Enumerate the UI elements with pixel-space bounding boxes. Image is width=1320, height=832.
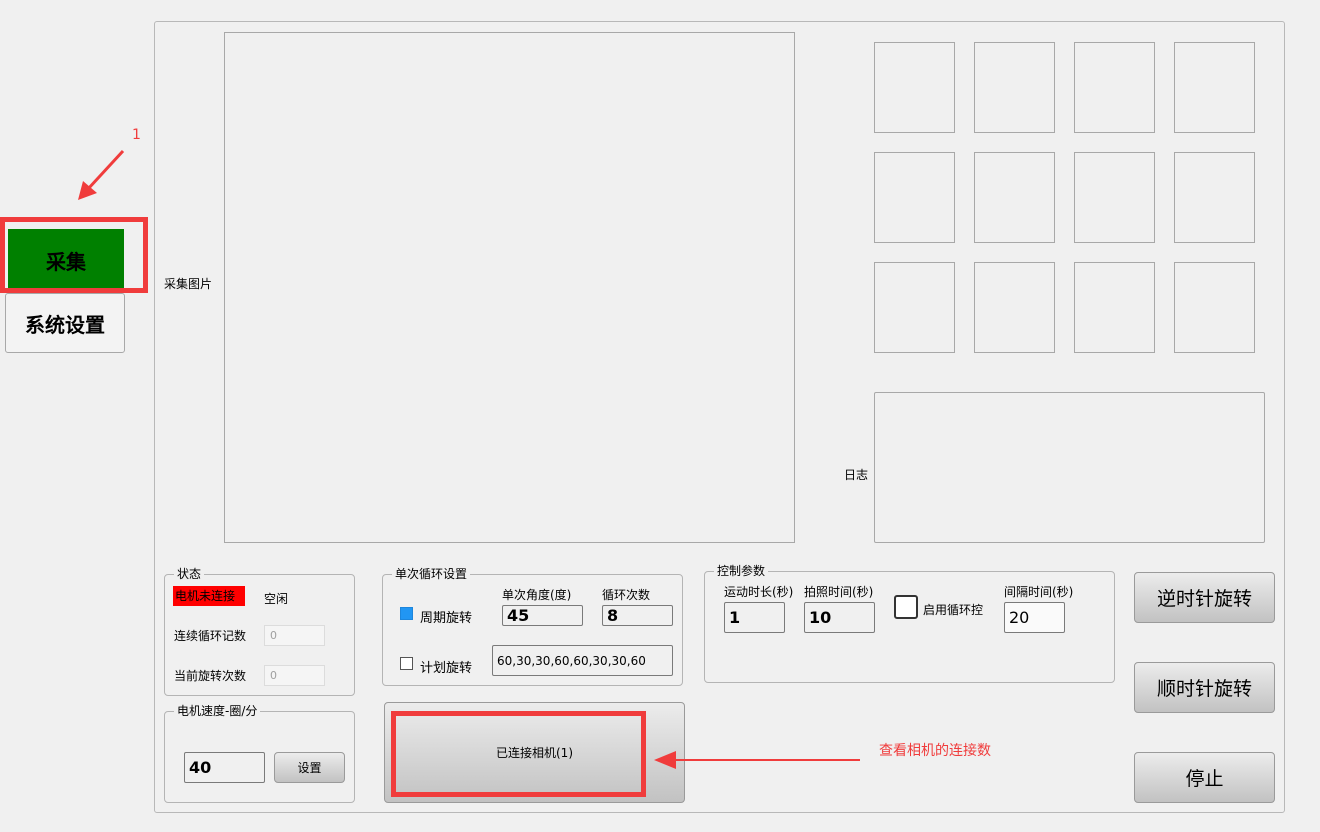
single-angle-input[interactable]: 45: [502, 605, 583, 626]
loop-count-field: 0: [264, 625, 325, 646]
rotate-cw-button[interactable]: 顺时针旋转: [1134, 662, 1275, 713]
thumbnail-slot[interactable]: [1074, 152, 1155, 243]
periodic-rotation-checkbox[interactable]: [400, 607, 413, 620]
loop-count-label: 连续循环记数: [174, 629, 247, 643]
loop-control-checkbox[interactable]: [894, 595, 918, 619]
thumbnail-slot[interactable]: [1074, 42, 1155, 133]
motor-speed-set-button[interactable]: 设置: [274, 752, 345, 783]
interval-time-label: 间隔时间(秒): [1004, 585, 1074, 599]
motor-speed-input[interactable]: 40: [184, 752, 265, 783]
single-angle-label: 单次角度(度): [502, 588, 572, 602]
camera-highlight-box: [391, 711, 646, 797]
loop-control-label[interactable]: 启用循环控: [923, 601, 983, 618]
periodic-rotation-label[interactable]: 周期旋转: [420, 607, 472, 626]
thumbnail-slot[interactable]: [1174, 152, 1255, 243]
control-params-group-title: 控制参数: [714, 564, 769, 578]
thumbnail-slot[interactable]: [1074, 262, 1155, 353]
rotate-count-field: 0: [264, 665, 325, 686]
thumbnail-slot[interactable]: [974, 42, 1055, 133]
photo-time-input[interactable]: 10: [804, 602, 875, 633]
thumbnail-slot[interactable]: [974, 262, 1055, 353]
plan-rotation-checkbox[interactable]: [400, 657, 413, 670]
thumbnail-slot[interactable]: [874, 42, 955, 133]
collect-highlight-box: [0, 217, 148, 293]
thumbnail-slot[interactable]: [1174, 262, 1255, 353]
thumbnail-slot[interactable]: [874, 262, 955, 353]
motion-duration-label: 运动时长(秒): [724, 585, 794, 599]
plan-rotation-label[interactable]: 计划旋转: [420, 657, 472, 676]
interval-time-input[interactable]: 20: [1004, 602, 1065, 633]
photo-time-label: 拍照时间(秒): [804, 585, 874, 599]
single-loop-group-title: 单次循环设置: [392, 567, 471, 581]
camera-note-arrow-icon: [654, 751, 860, 769]
thumbnail-slot[interactable]: [1174, 42, 1255, 133]
rotate-ccw-button[interactable]: 逆时针旋转: [1134, 572, 1275, 623]
motor-speed-group-title: 电机速度-圈/分: [174, 704, 261, 718]
camera-note-annotation: 查看相机的连接数: [879, 743, 991, 759]
motion-duration-input[interactable]: 1: [724, 602, 785, 633]
nav-settings-button[interactable]: 系统设置: [5, 293, 125, 353]
step-number-annotation: 1: [132, 127, 141, 143]
capture-image-view: [224, 32, 795, 543]
rotate-count-label: 当前旋转次数: [174, 669, 247, 683]
thumbnail-slot[interactable]: [974, 152, 1055, 243]
status-group-title: 状态: [174, 567, 205, 581]
idle-status-text: 空闲: [264, 592, 289, 606]
stop-button[interactable]: 停止: [1134, 752, 1275, 803]
log-textarea[interactable]: [874, 392, 1265, 543]
step-arrow-icon: [78, 149, 125, 200]
capture-image-label: 采集图片: [164, 277, 213, 291]
log-label: 日志: [844, 468, 869, 482]
plan-rotation-input[interactable]: 60,30,30,60,60,30,30,60: [492, 645, 673, 676]
loop-count-setting-label: 循环次数: [602, 588, 651, 602]
thumbnail-slot[interactable]: [874, 152, 955, 243]
motor-status-badge: 电机未连接: [173, 586, 245, 606]
loop-count-input[interactable]: 8: [602, 605, 673, 626]
